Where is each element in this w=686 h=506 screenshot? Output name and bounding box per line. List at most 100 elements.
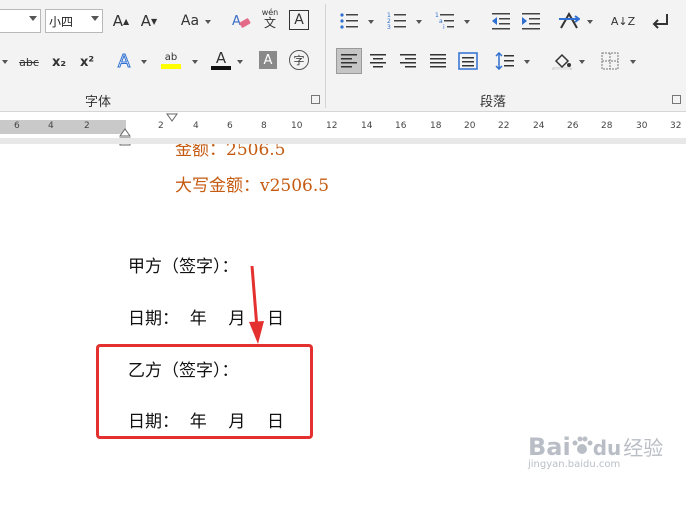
numbering-button[interactable]: 123 [386, 10, 408, 32]
chevron-down-icon [29, 16, 37, 21]
sort-button[interactable]: A↓Z [611, 10, 635, 32]
clear-formatting-button[interactable]: A [230, 10, 252, 32]
font-size-combo[interactable]: 小四 [45, 9, 103, 33]
paint-bucket-icon [552, 53, 572, 70]
ruler-number: 28 [601, 121, 613, 131]
chevron-down-icon [464, 20, 470, 24]
line-spacing-button[interactable] [494, 50, 516, 72]
ruler-number: 14 [361, 121, 373, 131]
chevron-down-icon [91, 16, 99, 21]
decrease-indent-button[interactable] [490, 10, 512, 32]
paragraph-dialog-launcher[interactable] [672, 95, 681, 104]
font-size-value: 小四 [49, 15, 74, 29]
paw-icon [572, 436, 593, 454]
svg-text:i: i [443, 24, 445, 30]
ruler-number: 26 [567, 121, 579, 131]
char-shading-button[interactable]: A [259, 51, 277, 69]
ruler-number: 12 [326, 121, 338, 131]
ruler-number: 10 [291, 121, 303, 131]
multilevel-list-icon: 1ai [435, 12, 454, 30]
justify-icon [430, 54, 446, 68]
ruler-number: 6 [227, 121, 233, 131]
distributed-button[interactable] [457, 50, 479, 72]
annotation-highlight-box [96, 344, 313, 439]
align-right-button[interactable] [397, 50, 419, 72]
paragraph-mark-icon [652, 14, 668, 29]
chevron-down-icon [237, 60, 243, 64]
chevron-down-icon [579, 60, 585, 64]
font-group-label: 字体 [85, 95, 112, 110]
amount-uppercase-line: 大写金额：v2506.5 [175, 176, 330, 196]
baidu-watermark: Bai du 经验 jingyan.baidu.com [528, 433, 664, 470]
align-center-button[interactable] [367, 50, 389, 72]
distribute-icon [458, 52, 478, 70]
paragraph-group-label: 段落 [480, 95, 507, 110]
ribbon: 小四 A ▲ A ▼ Aa A wén 文 A abc x₂ x² A ab A A… [0, 0, 686, 112]
amount-line: 金额：2506.5 [175, 144, 286, 160]
borders-button[interactable] [599, 50, 621, 72]
align-right-icon [400, 54, 416, 68]
increase-indent-icon [522, 13, 540, 30]
shrink-font-button[interactable]: A ▼ [138, 10, 160, 32]
chevron-down-icon [368, 20, 374, 24]
svg-text:3: 3 [387, 24, 391, 30]
font-dialog-launcher[interactable] [311, 95, 320, 104]
ruler-number: 30 [636, 121, 648, 131]
chevron-down-icon [2, 60, 8, 64]
highlight-color-button[interactable]: ab [160, 49, 182, 71]
superscript-button[interactable]: x² [76, 51, 98, 73]
font-name-combo[interactable] [0, 9, 41, 33]
highlight-swatch [161, 63, 181, 69]
ruler-number: 22 [498, 121, 510, 131]
eraser-icon: A [232, 14, 251, 29]
subscript-button[interactable]: x₂ [48, 51, 70, 73]
char-border-button[interactable]: A [289, 10, 309, 30]
bullets-button[interactable] [338, 10, 360, 32]
multilevel-list-button[interactable]: 1ai [434, 10, 456, 32]
chinese-layout-icon [559, 12, 580, 29]
party-a-signature-line: 甲方（签字）： [128, 257, 239, 277]
chevron-down-icon [524, 60, 530, 64]
font-color-button[interactable]: A [210, 49, 232, 71]
chevron-down-icon [205, 20, 211, 24]
text-effects-button[interactable]: A [113, 50, 135, 72]
ruler-number: 32 [670, 121, 682, 131]
font-color-swatch [211, 65, 231, 70]
ruler-number: 24 [533, 121, 545, 131]
annotation-arrow-icon [249, 266, 264, 344]
show-marks-button[interactable] [650, 10, 672, 32]
chevron-down-icon [587, 20, 593, 24]
ruler-number: 18 [430, 121, 442, 131]
chevron-down-icon [630, 60, 636, 64]
align-left-icon [341, 54, 357, 68]
bullet-list-icon [340, 13, 358, 29]
chinese-layout-button[interactable] [558, 10, 580, 32]
borders-icon [601, 52, 619, 70]
enclose-char-button[interactable]: 字 [289, 50, 309, 70]
first-line-indent-marker[interactable] [166, 113, 178, 122]
grow-font-button[interactable]: A ▲ [110, 10, 132, 32]
increase-indent-button[interactable] [520, 10, 542, 32]
chevron-down-icon [141, 60, 147, 64]
ruler-number: 2 [158, 121, 164, 131]
watermark-url: jingyan.baidu.com [528, 459, 621, 470]
chevron-down-icon [192, 60, 198, 64]
change-case-button[interactable]: Aa [176, 10, 204, 32]
shading-button[interactable] [551, 50, 573, 72]
ruler-number: 20 [464, 121, 476, 131]
ruler-number: 16 [395, 121, 407, 131]
ruler-number: 8 [261, 121, 267, 131]
line-spacing-icon [495, 52, 514, 70]
strikethrough-button[interactable]: abc [15, 51, 43, 73]
align-left-button[interactable] [336, 48, 362, 74]
horizontal-ruler: 6 4 2 2 4 6 8 10 12 14 16 18 20 22 24 26… [0, 112, 686, 146]
ruler-number: 4 [193, 121, 199, 131]
numbered-list-icon: 123 [387, 12, 406, 30]
align-center-icon [370, 54, 386, 68]
chevron-down-icon [416, 20, 422, 24]
decrease-indent-icon [492, 13, 510, 30]
phonetic-guide-button[interactable]: wén 文 [259, 7, 281, 29]
ruler-number: 2 [84, 121, 90, 131]
justify-button[interactable] [427, 50, 449, 72]
svg-text:A: A [232, 14, 241, 29]
